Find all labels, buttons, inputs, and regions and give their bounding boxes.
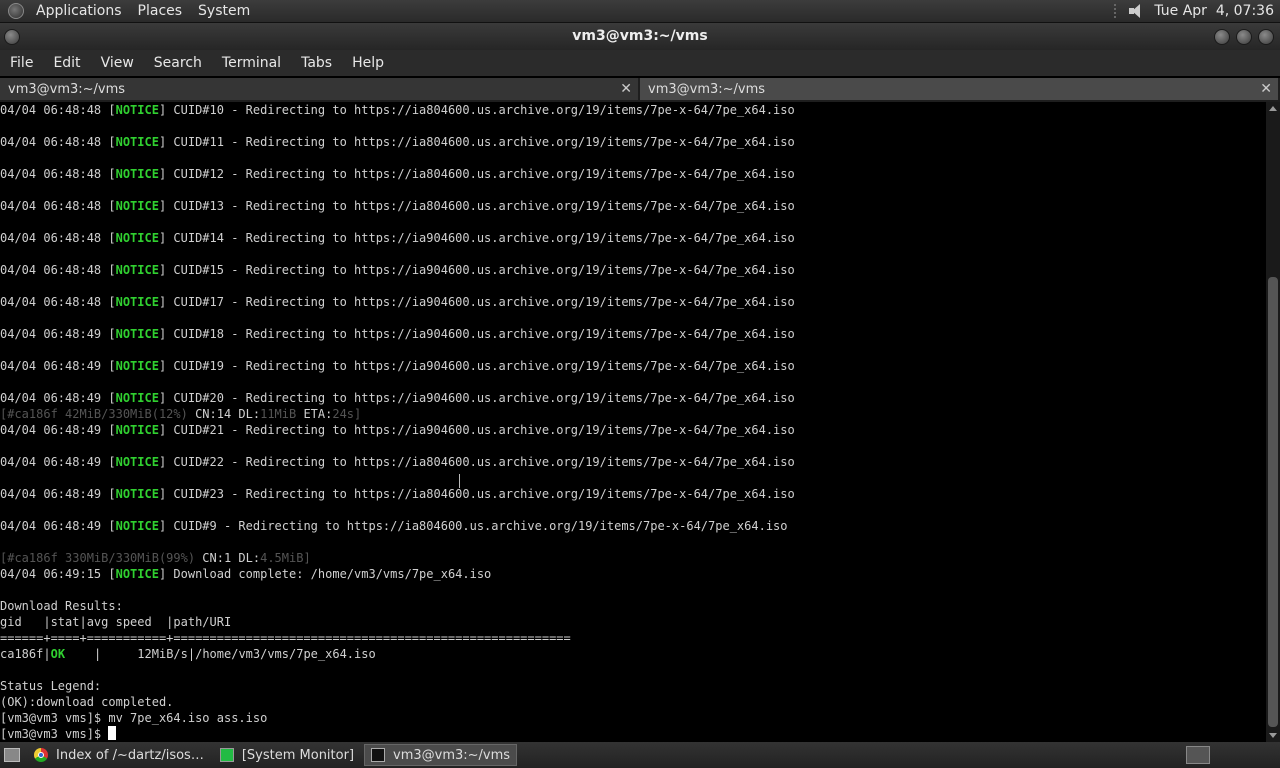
system-menu[interactable]: System	[190, 0, 258, 22]
log-line: 04/04 06:48:49 [NOTICE] CUID#22 - Redire…	[0, 455, 795, 469]
terminal-scrollbar[interactable]	[1266, 102, 1280, 742]
clock[interactable]: Tue Apr 4, 07:36	[1154, 3, 1274, 19]
log-line: 04/04 06:48:48 [NOTICE] CUID#14 - Redire…	[0, 231, 795, 245]
tab-close-icon[interactable]: ✕	[620, 81, 632, 97]
tab-terminal-2[interactable]: vm3@vm3:~/vms ✕	[640, 78, 1278, 100]
volume-icon[interactable]	[1128, 3, 1146, 19]
taskbar-item-terminal[interactable]: vm3@vm3:~/vms	[364, 744, 518, 766]
menu-bar: File Edit View Search Terminal Tabs Help	[0, 50, 1280, 76]
top-menu: Applications Places System	[28, 0, 258, 22]
prompt-line[interactable]: [vm3@vm3 vms]$	[0, 726, 1266, 742]
terminal-icon	[371, 748, 386, 762]
maximize-icon[interactable]	[1236, 29, 1252, 45]
system-monitor-icon	[219, 748, 234, 762]
taskbar-item-browser[interactable]: Index of /~dartz/isos…	[28, 744, 210, 766]
results-header: gid |stat|avg speed |path/URI	[0, 615, 232, 629]
close-window-icon[interactable]	[1258, 29, 1274, 45]
results-title: Download Results:	[0, 599, 123, 613]
window-titlebar[interactable]: vm3@vm3:~/vms	[0, 23, 1280, 50]
taskbar-item-label: vm3@vm3:~/vms	[393, 747, 511, 763]
tab-bar: vm3@vm3:~/vms ✕ vm3@vm3:~/vms ✕	[0, 78, 1280, 102]
legend-ok: (OK):download completed.	[0, 695, 174, 709]
progress-line: [#ca186f 42MiB/330MiB(12%) CN:14 DL:11Mi…	[0, 407, 362, 421]
menu-tabs[interactable]: Tabs	[291, 55, 342, 71]
applications-menu[interactable]: Applications	[28, 0, 130, 22]
terminal-output[interactable]: 04/04 06:48:48 [NOTICE] CUID#10 - Redire…	[0, 102, 1266, 742]
log-line: 04/04 06:48:49 [NOTICE] CUID#23 - Redire…	[0, 487, 795, 501]
log-line: 04/04 06:48:48 [NOTICE] CUID#10 - Redire…	[0, 103, 795, 117]
download-complete-line: 04/04 06:49:15 [NOTICE] Download complet…	[0, 567, 492, 581]
log-line: 04/04 06:48:48 [NOTICE] CUID#15 - Redire…	[0, 263, 795, 277]
scrollbar-thumb[interactable]	[1268, 277, 1278, 727]
log-line: 04/04 06:48:48 [NOTICE] CUID#11 - Redire…	[0, 135, 795, 149]
log-line: 04/04 06:48:49 [NOTICE] CUID#18 - Redire…	[0, 327, 795, 341]
taskbar-item-label: Index of /~dartz/isos…	[56, 747, 204, 763]
scroll-down-icon[interactable]	[1269, 733, 1277, 738]
show-desktop-icon[interactable]	[4, 748, 20, 762]
log-line: 04/04 06:48:49 [NOTICE] CUID#21 - Redire…	[0, 423, 795, 437]
result-row: ca186f|OK | 12MiB/s|/home/vm3/vms/7pe_x6…	[0, 647, 376, 661]
results-separator: ======+====+===========+================…	[0, 631, 571, 645]
menu-help[interactable]: Help	[342, 55, 394, 71]
menu-file[interactable]: File	[0, 55, 43, 71]
log-line: 04/04 06:48:48 [NOTICE] CUID#12 - Redire…	[0, 167, 795, 181]
tab-close-icon[interactable]: ✕	[1260, 81, 1272, 97]
menu-search[interactable]: Search	[144, 55, 212, 71]
taskbar-item-system-monitor[interactable]: [System Monitor]	[214, 744, 360, 766]
redirect-log-more: 04/04 06:48:49 [NOTICE] CUID#21 - Redire…	[0, 422, 1266, 550]
menu-view[interactable]: View	[91, 55, 144, 71]
distro-logo-icon[interactable]	[8, 3, 24, 19]
minimize-icon[interactable]	[1214, 29, 1230, 45]
progress-line-final: [#ca186f 330MiB/330MiB(99%) CN:1 DL:4.5M…	[0, 551, 311, 565]
menu-terminal[interactable]: Terminal	[212, 55, 291, 71]
taskbar-item-label: [System Monitor]	[241, 747, 355, 763]
menu-edit[interactable]: Edit	[43, 55, 90, 71]
log-line: 04/04 06:48:49 [NOTICE] CUID#9 - Redirec…	[0, 519, 788, 533]
chrome-icon	[34, 748, 48, 762]
log-line: 04/04 06:48:48 [NOTICE] CUID#17 - Redire…	[0, 295, 795, 309]
bottom-panel: Index of /~dartz/isos… [System Monitor] …	[0, 742, 1280, 768]
tab-label: vm3@vm3:~/vms	[648, 81, 766, 97]
redirect-log: 04/04 06:48:48 [NOTICE] CUID#10 - Redire…	[0, 102, 1266, 406]
top-panel: Applications Places System Tue Apr 4, 07…	[0, 0, 1280, 23]
tab-label: vm3@vm3:~/vms	[8, 81, 126, 97]
top-panel-tray: Tue Apr 4, 07:36	[1106, 0, 1280, 22]
scroll-up-icon[interactable]	[1269, 106, 1277, 111]
log-line: 04/04 06:48:48 [NOTICE] CUID#13 - Redire…	[0, 199, 795, 213]
command-line: [vm3@vm3 vms]$ mv 7pe_x64.iso ass.iso	[0, 711, 268, 725]
workspace-switcher[interactable]	[1186, 746, 1210, 764]
tab-terminal-1[interactable]: vm3@vm3:~/vms ✕	[0, 78, 638, 100]
mouse-ibeam-cursor	[459, 474, 463, 488]
text-cursor	[108, 726, 117, 740]
places-menu[interactable]: Places	[130, 0, 191, 22]
window-title: vm3@vm3:~/vms	[572, 28, 708, 44]
log-line: 04/04 06:48:49 [NOTICE] CUID#19 - Redire…	[0, 359, 795, 373]
log-line: 04/04 06:48:49 [NOTICE] CUID#20 - Redire…	[0, 391, 795, 405]
panel-grip	[1114, 4, 1120, 18]
legend-title: Status Legend:	[0, 679, 102, 693]
